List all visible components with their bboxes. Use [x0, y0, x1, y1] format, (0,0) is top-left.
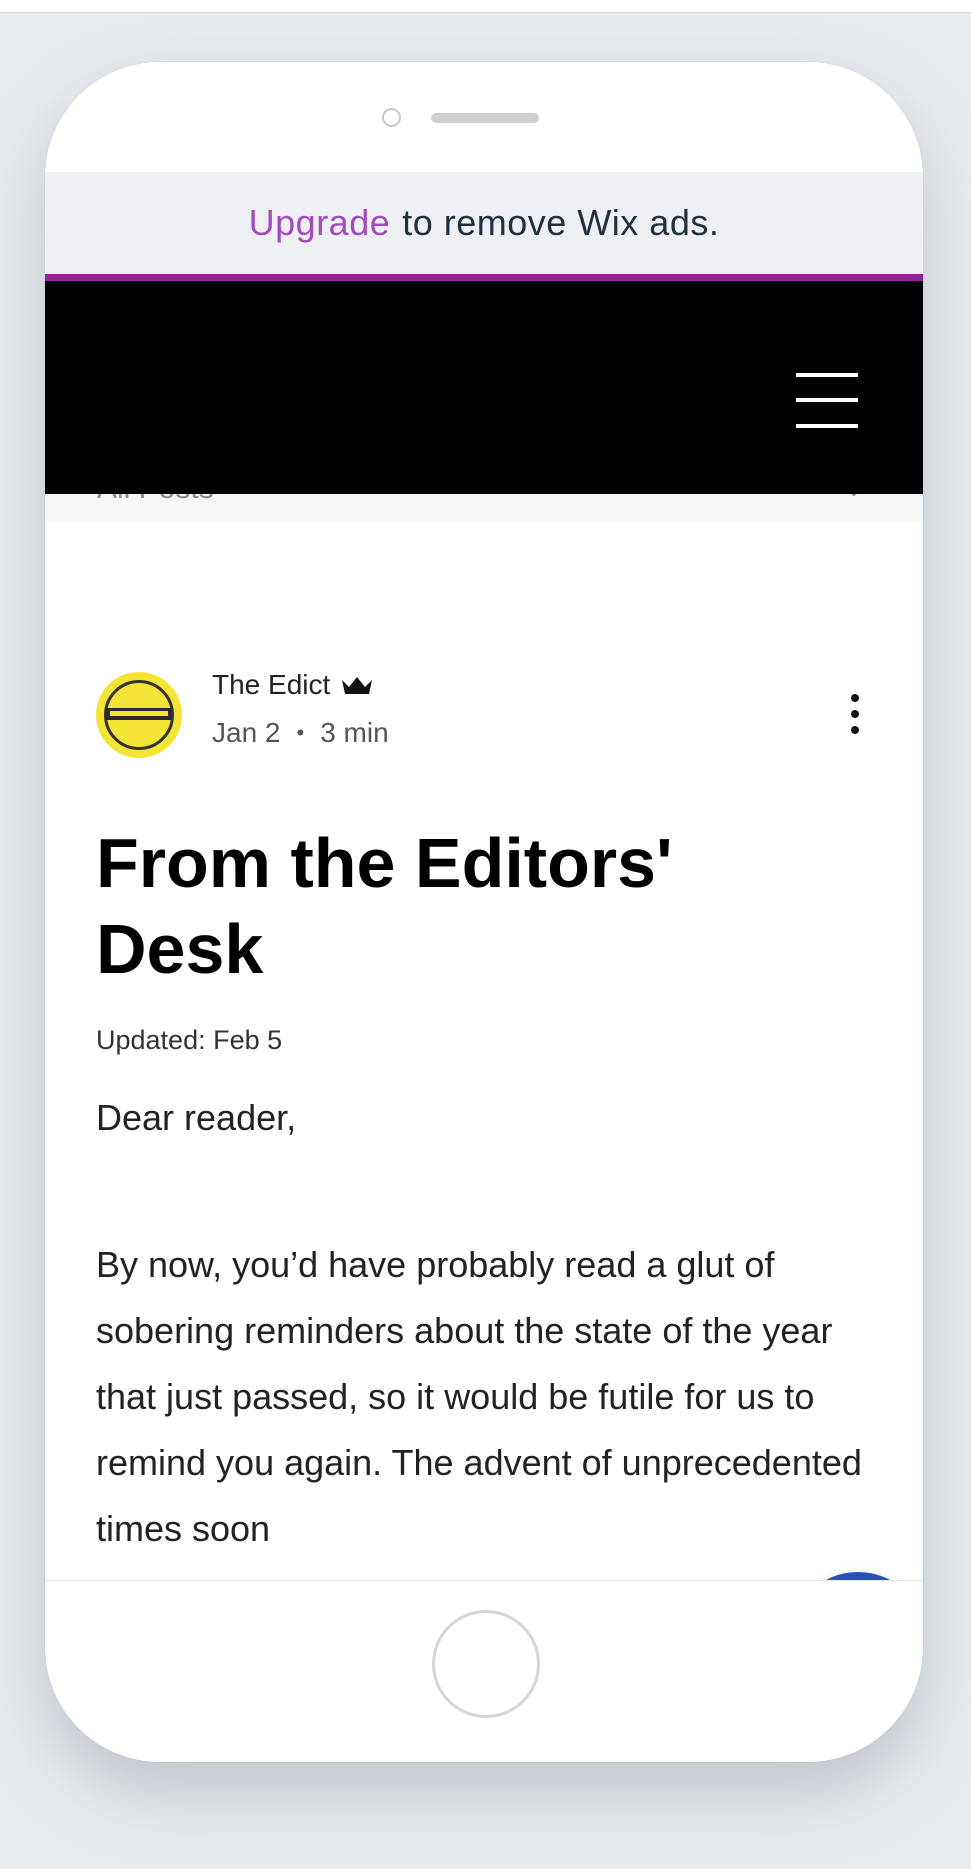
- author-name: The Edict: [212, 669, 331, 700]
- read-time: 3 min: [320, 717, 389, 748]
- site-header: [45, 281, 923, 494]
- category-label: All Posts: [97, 494, 214, 506]
- earpiece-speaker: [431, 113, 539, 123]
- category-bar[interactable]: All Posts ⌄: [45, 494, 923, 522]
- home-button[interactable]: [432, 1610, 540, 1718]
- browser-top-edge: [0, 0, 971, 13]
- hamburger-icon[interactable]: [796, 373, 858, 429]
- ad-banner-divider: [45, 274, 923, 281]
- post-meta: Jan 2 • 3 min: [212, 717, 389, 749]
- post-body: By now, you’d have probably read a glut …: [96, 1244, 862, 1549]
- author-name-row[interactable]: The Edict: [212, 669, 374, 701]
- mobile-screen: Upgrade to remove Wix ads. All Posts ⌄ T…: [45, 172, 923, 1580]
- meta-separator: •: [296, 720, 305, 745]
- screen-bottom-edge: [45, 1580, 923, 1581]
- phone-frame: Upgrade to remove Wix ads. All Posts ⌄ T…: [45, 62, 923, 1762]
- ad-banner-text: to remove Wix ads.: [402, 202, 720, 243]
- wix-ad-banner: Upgrade to remove Wix ads.: [45, 172, 923, 274]
- chat-button[interactable]: [790, 1572, 923, 1580]
- more-vertical-icon[interactable]: [843, 692, 867, 736]
- post-greeting: Dear reader,: [96, 1097, 297, 1138]
- updated-date: Updated: Feb 5: [96, 1025, 283, 1055]
- front-camera: [382, 108, 401, 127]
- post-title: From the Editors' Desk: [96, 824, 673, 988]
- post-date: Jan 2: [212, 717, 281, 748]
- crown-icon: [342, 677, 373, 694]
- author-avatar[interactable]: [96, 672, 182, 758]
- upgrade-link[interactable]: Upgrade: [249, 202, 391, 244]
- chevron-down-icon: ⌄: [843, 494, 865, 503]
